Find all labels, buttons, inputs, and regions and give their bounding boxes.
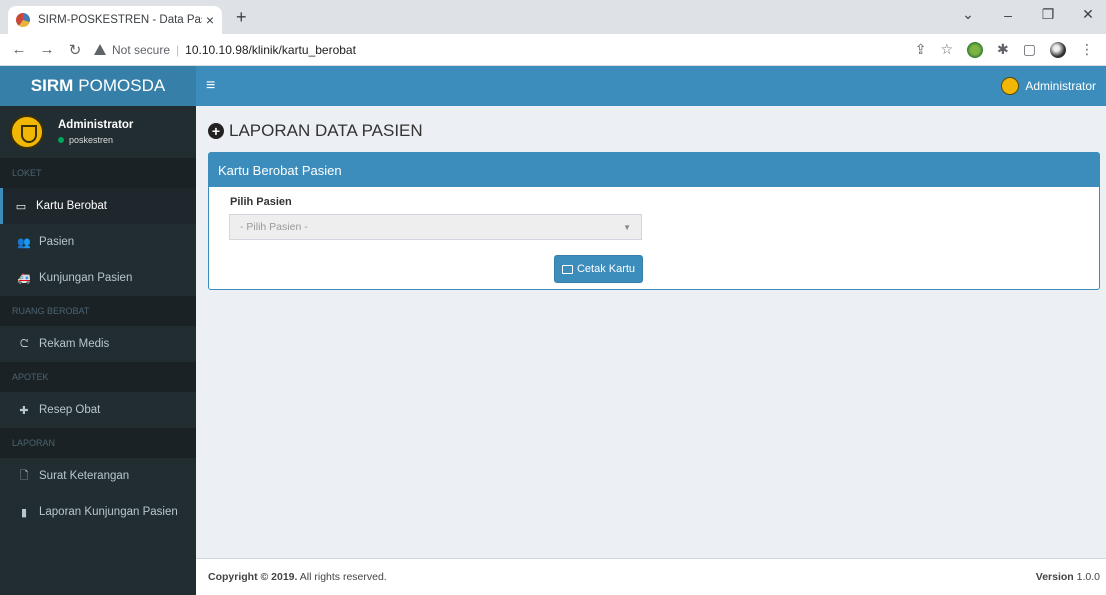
not-secure-label: Not secure	[112, 42, 171, 57]
sidebar-user-status: poskestren	[69, 135, 114, 145]
browser-tabstrip: SIRM-POSKESTREN - Data Pasien × + ⌄ – ❐ …	[0, 0, 1106, 34]
user-avatar	[10, 115, 44, 149]
header-user-name: Administrator	[1025, 79, 1096, 93]
cetak-kartu-label: Cetak Kartu	[576, 263, 636, 275]
copyright-bold: Copyright © 2019.	[208, 571, 298, 583]
window-controls: ⌄ – ❐ ✕	[958, 6, 1098, 23]
browser-toolbar: ← → ↻ Not secure | 10.10.10.98/klinik/ka…	[0, 34, 1106, 66]
main-content: + LAPORAN DATA PASIEN Kartu Berobat Pasi…	[196, 106, 1106, 558]
ambulance-icon: 🚑	[17, 272, 31, 285]
user-avatar-small	[1001, 77, 1020, 95]
sidebar-item-label: Resep Obat	[39, 404, 101, 416]
sidebar-item-label: Kunjungan Pasien	[39, 272, 133, 284]
pilih-pasien-label: Pilih Pasien	[230, 196, 292, 208]
profile-avatar[interactable]	[1050, 41, 1066, 58]
box-title: Kartu Berobat Pasien	[209, 153, 1099, 187]
version-label: Version	[1035, 571, 1074, 583]
page-title: + LAPORAN DATA PASIEN	[208, 121, 423, 141]
cetak-kartu-button[interactable]: Cetak Kartu	[554, 255, 643, 283]
sidebar-item-label: Kartu Berobat	[36, 200, 107, 212]
restore-icon[interactable]: ❐	[1038, 6, 1058, 23]
extension-icon[interactable]	[967, 41, 984, 58]
back-arrow-icon[interactable]: ←	[6, 41, 32, 59]
extensions-puzzle-icon[interactable]: ✱	[997, 41, 1009, 58]
sidebar-item-laporan-kunjungan-pasien[interactable]: ▮ Laporan Kunjungan Pasien	[0, 494, 196, 530]
address-bar[interactable]: Not secure | 10.10.10.98/klinik/kartu_be…	[94, 38, 915, 62]
copyright-rest: All rights reserved.	[299, 571, 387, 583]
sidebar-item-label: Laporan Kunjungan Pasien	[39, 506, 178, 518]
browser-menu-icon[interactable]: ⋮	[1080, 41, 1094, 58]
forward-arrow-icon[interactable]: →	[34, 41, 60, 59]
stethoscope-icon: ᘧ	[19, 337, 29, 350]
plus-circle-icon: +	[208, 123, 224, 139]
sidepanel-icon[interactable]: ▢	[1023, 41, 1036, 58]
sidebar-section-apotek: APOTEK	[0, 362, 196, 392]
users-icon: 👥	[17, 236, 31, 249]
brand-bold: SIRM	[30, 76, 74, 95]
sidebar-item-kunjungan-pasien[interactable]: 🚑 Kunjungan Pasien	[0, 260, 196, 296]
sidebar-item-rekam-medis[interactable]: ᘧ Rekam Medis	[0, 326, 196, 362]
sidebar-item-label: Pasien	[39, 236, 75, 248]
tab-close-icon[interactable]: ×	[206, 13, 214, 27]
page-title-text: LAPORAN DATA PASIEN	[229, 121, 423, 140]
tab-title: SIRM-POSKESTREN - Data Pasien	[38, 14, 202, 26]
sidebar: Administrator poskestren LOKET ▭ Kartu B…	[0, 106, 196, 595]
window-close-icon[interactable]: ✕	[1078, 6, 1098, 23]
tab-search-chevron-icon[interactable]: ⌄	[958, 6, 978, 23]
minimize-icon[interactable]: –	[998, 7, 1018, 23]
file-outline-icon: 🗋	[19, 469, 29, 482]
new-tab-icon[interactable]: +	[236, 8, 247, 26]
sidebar-item-pasien[interactable]: 👥 Pasien	[0, 224, 196, 260]
file-solid-icon: ▮	[20, 506, 28, 519]
version-value: 1.0.0	[1076, 571, 1100, 583]
kartu-berobat-box: Kartu Berobat Pasien Pilih Pasien - Pili…	[208, 152, 1100, 290]
sidebar-item-surat-keterangan[interactable]: 🗋 Surat Keterangan	[0, 458, 196, 494]
caret-down-icon: ▼	[623, 222, 631, 232]
browser-tab[interactable]: SIRM-POSKESTREN - Data Pasien ×	[8, 6, 222, 34]
brand-rest: POMOSDA	[78, 76, 166, 95]
url-text: 10.10.10.98/klinik/kartu_berobat	[185, 42, 356, 57]
reload-icon[interactable]: ↻	[62, 41, 88, 59]
top-navbar: ≡ Administrator	[196, 66, 1106, 106]
bookmark-star-icon[interactable]: ☆	[940, 41, 953, 58]
user-menu[interactable]: Administrator	[1001, 77, 1096, 95]
sidebar-section-ruang-berobat: RUANG BEROBAT	[0, 296, 196, 326]
app-header: SIRM POMOSDA ≡ Administrator	[0, 66, 1106, 106]
url-separator: |	[176, 42, 180, 57]
brand-logo[interactable]: SIRM POMOSDA	[0, 66, 196, 106]
select-placeholder: - Pilih Pasien -	[240, 221, 308, 233]
sidebar-item-resep-obat[interactable]: ✚ Resep Obat	[0, 392, 196, 428]
version: Version 1.0.0	[1036, 571, 1100, 583]
footer: Copyright © 2019. All rights reserved. V…	[196, 558, 1106, 595]
medkit-icon: ✚	[19, 404, 29, 417]
share-icon[interactable]: ⇪	[915, 41, 927, 58]
user-panel: Administrator poskestren	[0, 106, 196, 158]
sidebar-item-kartu-berobat[interactable]: ▭ Kartu Berobat	[0, 188, 196, 224]
warning-icon	[94, 44, 106, 55]
copyright: Copyright © 2019. All rights reserved.	[208, 571, 387, 583]
online-status-icon	[58, 137, 64, 143]
sidebar-section-loket: LOKET	[0, 158, 196, 188]
pilih-pasien-select[interactable]: - Pilih Pasien - ▼	[229, 214, 642, 240]
sidebar-item-label: Surat Keterangan	[39, 470, 130, 482]
sidebar-section-laporan: LAPORAN	[0, 428, 196, 458]
sidebar-item-label: Rekam Medis	[39, 338, 110, 350]
credit-card-icon: ▭	[15, 200, 27, 213]
hamburger-menu-icon[interactable]: ≡	[206, 77, 215, 95]
site-favicon-icon	[16, 13, 30, 27]
print-icon	[561, 264, 573, 274]
sidebar-user-name: Administrator	[58, 119, 134, 131]
